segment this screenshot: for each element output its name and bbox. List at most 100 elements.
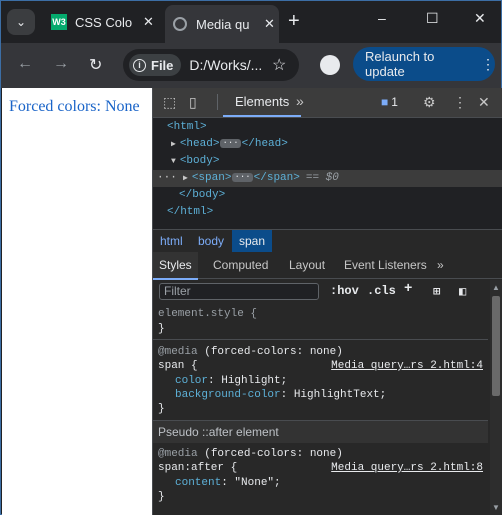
avatar[interactable] [320,55,340,75]
css-property[interactable]: color [175,375,208,387]
tag-text: <body> [179,155,220,167]
tab-title: CSS Colo [75,14,133,30]
element-style-selector[interactable]: element.style { [158,307,257,321]
media-keyword: @media [158,448,198,460]
back-button[interactable]: ← [17,55,33,73]
new-tab-button[interactable]: + [288,11,300,31]
issues-badge[interactable]: ■ 1 [381,95,398,109]
breadcrumb-html[interactable]: html [153,230,190,252]
browser-toolbar: ← → ↻ i File D:/Works/... ☆ Relaunch to … [1,43,501,88]
site-info-chip[interactable]: i File [129,54,182,76]
hov-toggle[interactable]: :hov [330,284,359,298]
close-icon[interactable]: ✕ [264,16,275,32]
more-tabs-icon[interactable]: » [296,93,304,109]
more-subtabs-icon[interactable]: » [437,252,444,278]
w3schools-favicon-icon: W3 [51,14,67,30]
tab-search-button[interactable]: ⌄ [7,9,35,35]
tab-media-query[interactable]: Media qu ✕ [165,5,279,43]
ellipsis-badge[interactable]: ··· [220,138,241,148]
rule-selector[interactable]: span { [158,360,198,372]
styles-pane: element.style { } @media (forced-colors:… [153,305,488,515]
breadcrumb-body[interactable]: body [191,230,231,252]
close-icon[interactable]: ✕ [143,14,154,30]
dom-node-body-close[interactable]: </body> [179,187,225,204]
expand-triangle-icon[interactable]: ▶ [171,140,176,149]
tab-event-listeners[interactable]: Event Listeners [344,252,427,278]
inspect-icon[interactable]: ⬚ [163,94,176,111]
add-rule-icon[interactable]: + [404,281,412,297]
issues-icon: ■ [381,95,389,109]
css-value[interactable]: HighlightText; [294,389,386,401]
tab-elements[interactable]: Elements [223,88,302,117]
gear-icon[interactable]: ⚙ [423,94,436,111]
relaunch-label: Relaunch to update [365,49,435,79]
pseudo-element-header: Pseudo ::after element [153,421,488,443]
scroll-thumb[interactable] [492,296,500,396]
menu-icon[interactable]: ⋮ [481,56,495,73]
close-icon[interactable]: ✕ [478,94,490,111]
collapse-triangle-icon[interactable]: ▼ [171,157,176,166]
sidebar-toggle-icon[interactable]: ◧ [459,284,466,299]
device-toolbar-icon[interactable]: ▯ [189,94,197,111]
close-brace: } [158,403,165,415]
page-viewport: Forced colors: None [2,88,152,515]
reload-button[interactable]: ↻ [89,55,102,75]
cls-toggle[interactable]: .cls [367,284,396,298]
forward-button[interactable]: → [53,55,69,73]
filter-input[interactable]: Filter [159,283,319,300]
tag-text: </body> [179,189,226,201]
selected-node-marker: == $0 [305,172,339,184]
expand-triangle-icon[interactable]: ▶ [183,174,188,183]
divider [217,94,218,110]
styles-subtabs: Styles Computed Layout Event Listeners » [153,252,502,280]
styles-filter-bar: Filter :hov .cls + ⊞ ◧ [153,279,488,303]
media-rule-span: @media (forced-colors: none) span { Media… [153,340,488,421]
site-info-label: File [151,57,174,73]
media-rule-span-after: @media (forced-colors: none) span:after … [158,448,483,503]
dom-node-html-close[interactable]: </html> [167,204,213,221]
scroll-down-icon[interactable]: ▼ [492,503,500,512]
chevron-down-icon: ⌄ [15,15,27,29]
globe-icon [173,17,187,31]
element-style-rule: element.style { } [153,305,488,340]
rule-selector[interactable]: span:after { [158,462,237,474]
url-text[interactable]: D:/Works/... [189,57,262,73]
relaunch-button[interactable]: Relaunch to update ⋮ [353,47,495,81]
source-link[interactable]: Media query…rs 2.html:8 [331,461,483,475]
media-query: (forced-colors: none) [204,448,343,460]
kebab-menu-icon[interactable]: ⋮ [453,94,467,111]
dom-node-head[interactable]: ▶ <head> ··· </head> [171,136,288,153]
media-keyword: @media [158,346,198,358]
tab-layout[interactable]: Layout [289,252,325,278]
browser-window: ⌄ W3 CSS Colo ✕ Media qu ✕ + – ☐ ✕ ← → ↻… [0,0,502,515]
tab-computed[interactable]: Computed [213,252,268,278]
scrollbar[interactable]: ▲ ▼ [490,280,502,515]
paint-brush-icon[interactable]: ⊞ [433,284,440,299]
close-window-button[interactable]: ✕ [474,10,486,27]
maximize-button[interactable]: ☐ [426,10,439,27]
row-menu-icon[interactable]: ··· [157,170,177,187]
tag-text: <span> [191,172,232,184]
star-icon[interactable]: ☆ [272,55,286,75]
issues-count: 1 [391,95,398,109]
tab-styles[interactable]: Styles [153,252,198,280]
ellipsis-badge[interactable]: ··· [232,172,253,182]
minimize-button[interactable]: – [378,10,386,26]
page-text: Forced colors: None [9,98,140,115]
css-property[interactable]: background-color [175,389,281,401]
source-link[interactable]: Media query…rs 2.html:4 [331,359,483,373]
dom-node-body[interactable]: ▼ <body> [171,153,219,170]
info-icon: i [133,58,146,72]
tab-css-colors[interactable]: W3 CSS Colo ✕ [43,7,161,37]
tag-text: </html> [167,206,214,218]
media-query: (forced-colors: none) [204,346,343,358]
devtools-topbar: ⬚ ▯ Elements » ■ 1 ⚙ ⋮ ✕ [153,88,502,118]
dom-node-html[interactable]: <html> [167,119,207,136]
breadcrumb-span[interactable]: span [232,230,273,252]
dom-node-span-selected[interactable]: ··· ▶ <span> ··· </span> == $0 [153,170,502,187]
css-property[interactable]: content [175,477,221,489]
devtools-panel: ⬚ ▯ Elements » ■ 1 ⚙ ⋮ ✕ <html> ▶ <head> ··… [152,88,502,515]
css-value[interactable]: Highlight; [221,375,287,387]
css-value[interactable]: "None"; [234,477,280,489]
scroll-up-icon[interactable]: ▲ [492,283,500,292]
